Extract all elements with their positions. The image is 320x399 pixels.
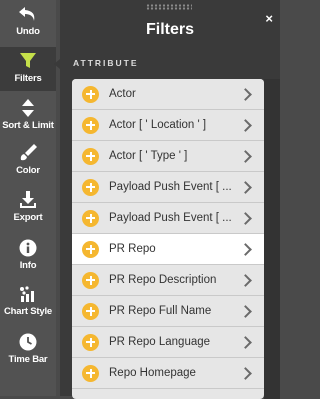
attribute-row[interactable]: Repo Homepage xyxy=(72,358,264,389)
sort-icon xyxy=(20,98,36,118)
undo-button[interactable]: Undo xyxy=(0,4,56,42)
attribute-label: Actor [ ' Location ' ] xyxy=(109,119,207,131)
attribute-label: Payload Push Event [ ... xyxy=(109,212,232,224)
chevron-right-icon xyxy=(239,118,252,132)
chevron-right-icon xyxy=(239,180,252,194)
export-button[interactable]: Export xyxy=(0,190,56,230)
sidebar: Undo Filters Sort & Limit Color Export I… xyxy=(0,0,56,396)
chevron-right-icon xyxy=(239,242,252,256)
attribute-label: Actor xyxy=(109,88,136,100)
add-icon[interactable] xyxy=(82,302,99,320)
funnel-icon xyxy=(19,51,37,71)
add-icon[interactable] xyxy=(82,333,99,351)
paint-icon xyxy=(18,143,38,163)
attribute-label: Payload Push Event [ ... xyxy=(109,181,232,193)
attribute-label: PR Repo Language xyxy=(109,336,211,348)
attribute-row[interactable]: Payload Push Event [ ... xyxy=(72,172,264,203)
color-button[interactable]: Color xyxy=(0,143,56,183)
sort-limit-button[interactable]: Sort & Limit xyxy=(0,98,56,136)
export-label: Export xyxy=(13,212,43,223)
chevron-right-icon xyxy=(239,335,252,349)
attribute-row[interactable]: Payload Push Event [ ... xyxy=(72,203,264,234)
chart-style-label: Chart Style xyxy=(4,306,52,317)
attribute-label: PR Repo Full Name xyxy=(109,305,212,317)
time-bar-label: Time Bar xyxy=(8,354,48,365)
attribute-row[interactable]: Actor [ ' Location ' ] xyxy=(72,110,264,141)
section-label-attribute: ATTRIBUTE xyxy=(73,58,139,68)
add-icon[interactable] xyxy=(82,271,99,289)
attribute-label: PR Repo Description xyxy=(109,274,217,286)
attribute-row-selected[interactable]: PR Repo xyxy=(72,234,264,265)
chevron-right-icon xyxy=(239,366,252,380)
add-icon[interactable] xyxy=(82,116,99,134)
chart-style-button[interactable]: Chart Style xyxy=(0,284,56,324)
chevron-right-icon xyxy=(239,211,252,225)
color-label: Color xyxy=(16,165,40,176)
add-icon[interactable] xyxy=(82,85,99,103)
scrollbar-track[interactable] xyxy=(264,79,280,399)
add-icon[interactable] xyxy=(82,178,99,196)
attribute-row[interactable]: PR Repo Language xyxy=(72,327,264,358)
sort-limit-label: Sort & Limit xyxy=(2,120,54,131)
chevron-right-icon xyxy=(239,87,252,101)
info-icon xyxy=(19,238,37,258)
attribute-row[interactable]: Actor xyxy=(72,79,264,110)
chart-style-icon xyxy=(18,284,38,304)
add-icon[interactable] xyxy=(82,147,99,165)
close-icon[interactable]: × xyxy=(265,11,273,26)
add-icon[interactable] xyxy=(82,240,99,258)
add-icon[interactable] xyxy=(82,209,99,227)
attribute-label: Repo Homepage xyxy=(109,367,196,379)
attribute-row[interactable]: PR Repo Description xyxy=(72,265,264,296)
attribute-label: Actor [ ' Type ' ] xyxy=(109,150,188,162)
filters-label: Filters xyxy=(14,73,42,84)
info-button[interactable]: Info xyxy=(0,238,56,278)
download-icon xyxy=(18,190,38,210)
attribute-list: Actor Actor [ ' Location ' ] Actor [ ' T… xyxy=(72,79,264,399)
time-bar-button[interactable]: Time Bar xyxy=(0,332,56,372)
undo-icon xyxy=(18,4,38,24)
chevron-right-icon xyxy=(239,273,252,287)
info-label: Info xyxy=(19,260,37,271)
drag-handle[interactable] xyxy=(146,4,192,10)
add-icon[interactable] xyxy=(82,364,99,382)
attribute-row[interactable]: PR Repo Full Name xyxy=(72,296,264,327)
clock-icon xyxy=(19,332,37,352)
filters-button[interactable]: Filters xyxy=(0,47,56,91)
attribute-row[interactable]: Actor [ ' Type ' ] xyxy=(72,141,264,172)
chevron-right-icon xyxy=(239,149,252,163)
undo-label: Undo xyxy=(16,26,40,37)
chevron-right-icon xyxy=(239,304,252,318)
panel-title: Filters xyxy=(145,21,194,38)
attribute-label: PR Repo xyxy=(109,243,156,255)
panel-pointer xyxy=(54,59,60,69)
